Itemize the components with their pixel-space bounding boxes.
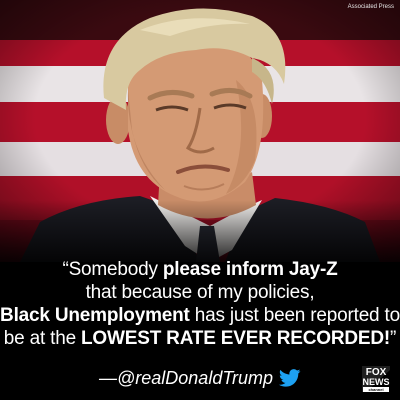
twitter-bird-icon: [279, 369, 301, 387]
close-quote-mark: ”: [390, 328, 397, 349]
fox-news-logo: FOX NEWS channel: [360, 364, 392, 394]
quote-text-bold: Black Unemployment: [0, 305, 190, 326]
quote-text: be at the: [3, 328, 82, 349]
quote-line: that because of my policies,: [0, 281, 400, 304]
quote-line: Black Unemployment has just been reporte…: [0, 304, 400, 327]
attribution: —@realDonaldTrump: [0, 366, 400, 390]
quote-text: has just been reported to: [189, 305, 400, 326]
social-card: Associated Press “Somebody please inform…: [0, 0, 400, 400]
quote-text-bold: LOWEST RATE EVER RECORDED!: [81, 328, 391, 349]
twitter-handle[interactable]: —@realDonaldTrump: [99, 368, 273, 389]
photo-credit: Associated Press: [347, 4, 394, 10]
quote-caption: “Somebody please inform Jay-Z that becau…: [0, 258, 400, 350]
quote-text: Somebody: [68, 259, 163, 280]
quote-text: that because of my policies,: [85, 282, 315, 303]
quote-text-bold: please inform Jay-Z: [162, 259, 338, 280]
channel-logo-text: channel: [368, 387, 383, 392]
photo: Associated Press: [0, 0, 400, 262]
news-logo-text: NEWS: [363, 377, 390, 387]
quote-line: “Somebody please inform Jay-Z: [0, 258, 400, 281]
photo-illustration: [0, 0, 400, 262]
quote-line: be at the LOWEST RATE EVER RECORDED!”: [0, 327, 400, 350]
